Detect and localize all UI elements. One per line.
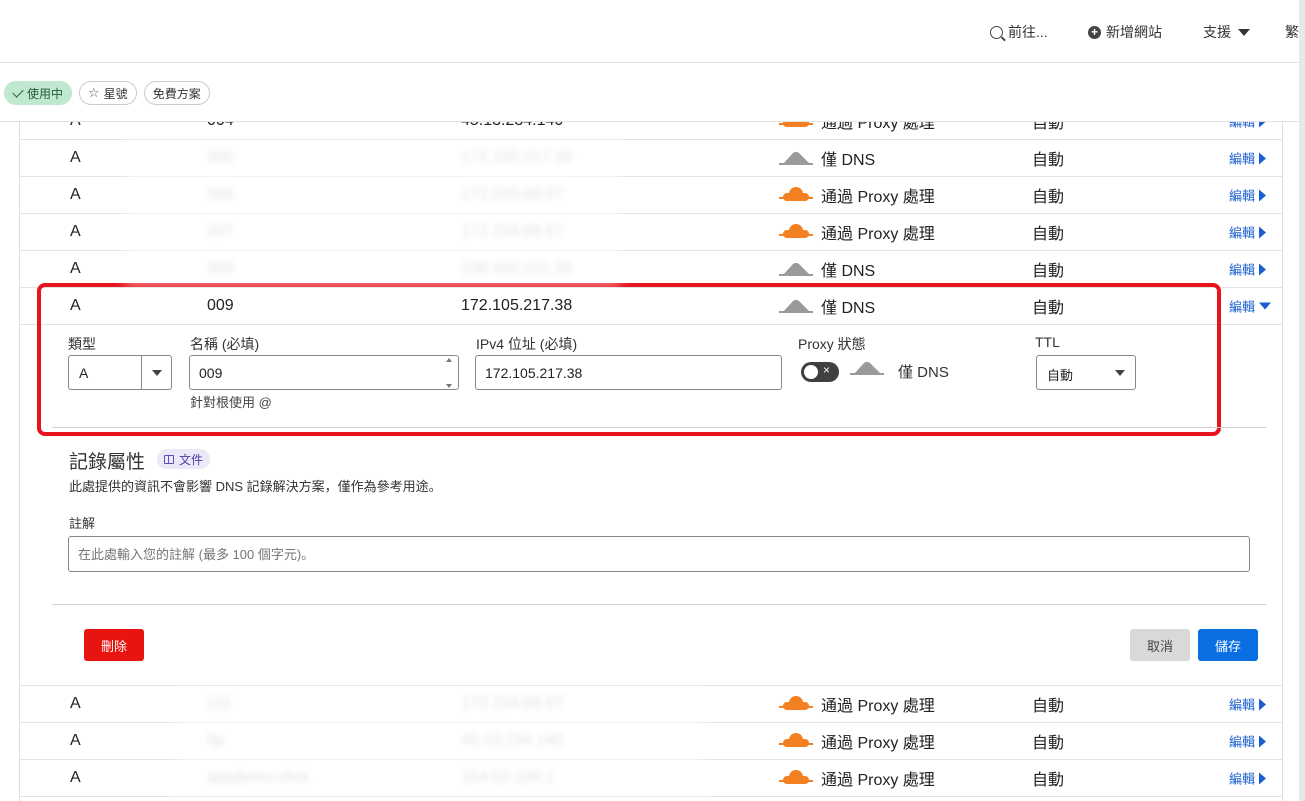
orange-cloud-icon bbox=[779, 732, 813, 750]
redaction-overlay bbox=[125, 140, 620, 285]
record-ttl: 自動 bbox=[1032, 226, 1065, 243]
record-ttl: 自動 bbox=[1032, 189, 1065, 206]
record-ttl: 自動 bbox=[1032, 263, 1065, 280]
orange-cloud-icon bbox=[779, 186, 813, 204]
active-status-badge: 使用中 bbox=[4, 81, 73, 105]
caret-right-icon bbox=[1259, 698, 1267, 710]
caret-right-icon bbox=[1259, 226, 1267, 238]
record-edit-label: 編輯 bbox=[1229, 188, 1256, 204]
attributes-title: 記錄屬性 bbox=[69, 452, 146, 473]
top-header: 前往... + 新增網站 支援 繁體 bbox=[0, 0, 1305, 63]
record-proxy-status: 通過 Proxy 處理 bbox=[779, 729, 935, 753]
record-edit-link[interactable]: 編輯 bbox=[1229, 260, 1267, 279]
comment-input[interactable] bbox=[68, 536, 1250, 572]
record-proxy-label: 僅 DNS bbox=[821, 263, 876, 280]
add-site-label: 新增網站 bbox=[1106, 24, 1162, 40]
caret-right-icon bbox=[1259, 735, 1267, 747]
record-ttl: 自動 bbox=[1032, 698, 1065, 715]
plan-badge[interactable]: 免費方案 bbox=[143, 81, 210, 105]
caret-right-icon bbox=[1259, 189, 1267, 201]
search-icon bbox=[990, 25, 1003, 39]
divider bbox=[52, 427, 1266, 428]
record-type: A bbox=[70, 149, 81, 166]
grey-cloud-icon bbox=[779, 260, 813, 278]
record-edit-link[interactable]: 編輯 bbox=[1229, 732, 1267, 751]
orange-cloud-icon bbox=[779, 695, 813, 713]
divider bbox=[52, 604, 1266, 605]
star-button[interactable]: ☆ 星號 bbox=[79, 81, 137, 105]
docs-label: 文件 bbox=[179, 452, 204, 467]
record-edit-link[interactable]: 編輯 bbox=[1229, 769, 1267, 788]
record-proxy-status: 僅 DNS bbox=[779, 257, 875, 281]
check-icon bbox=[12, 85, 24, 98]
record-type: A bbox=[70, 732, 81, 749]
save-button[interactable]: 儲存 bbox=[1198, 629, 1258, 661]
zone-badges: 使用中 ☆ 星號 免費方案 bbox=[4, 81, 210, 105]
docs-link[interactable]: 文件 bbox=[157, 449, 211, 469]
page-scrollbar[interactable] bbox=[1299, 0, 1305, 801]
star-label: 星號 bbox=[103, 86, 128, 101]
attributes-description: 此處提供的資訊不會影響 DNS 記錄解決方案，僅作為參考用途。 bbox=[69, 479, 442, 494]
record-type: A bbox=[70, 695, 81, 712]
record-proxy-status: 通過 Proxy 處理 bbox=[779, 692, 935, 716]
highlight-outline bbox=[37, 283, 1221, 436]
record-edit-link[interactable]: 編輯 bbox=[1229, 149, 1267, 168]
caret-down-icon bbox=[1238, 28, 1250, 36]
star-icon: ☆ bbox=[88, 85, 100, 100]
add-site-button[interactable]: + 新增網站 bbox=[1088, 22, 1162, 42]
record-ttl: 自動 bbox=[1032, 772, 1065, 789]
record-edit-label: 編輯 bbox=[1229, 734, 1256, 750]
caret-right-icon bbox=[1259, 152, 1267, 164]
record-edit-link[interactable]: 編輯 bbox=[1229, 297, 1272, 316]
caret-right-icon bbox=[1259, 772, 1267, 784]
record-proxy-status: 通過 Proxy 處理 bbox=[779, 220, 935, 244]
record-edit-label: 編輯 bbox=[1229, 151, 1256, 167]
record-edit-label: 編輯 bbox=[1229, 697, 1256, 713]
cancel-button[interactable]: 取消 bbox=[1130, 629, 1190, 661]
record-edit-label: 編輯 bbox=[1229, 299, 1256, 315]
goto-search-button[interactable]: 前往... bbox=[990, 22, 1048, 42]
record-proxy-label: 通過 Proxy 處理 bbox=[821, 226, 935, 243]
record-edit-link[interactable]: 編輯 bbox=[1229, 186, 1267, 205]
orange-cloud-icon bbox=[779, 769, 813, 787]
caret-right-icon bbox=[1259, 263, 1267, 275]
goto-search-label: 前往... bbox=[1008, 24, 1048, 40]
caret-down-icon bbox=[1259, 302, 1272, 310]
record-edit-link[interactable]: 編輯 bbox=[1229, 223, 1267, 242]
record-proxy-status: 通過 Proxy 處理 bbox=[779, 766, 935, 790]
record-type: A bbox=[70, 186, 81, 203]
record-type: A bbox=[70, 223, 81, 240]
record-edit-label: 編輯 bbox=[1229, 262, 1256, 278]
record-proxy-status: 通過 Proxy 處理 bbox=[779, 183, 935, 207]
redaction-overlay bbox=[175, 688, 705, 801]
support-menu[interactable]: 支援 bbox=[1203, 22, 1250, 42]
record-type: A bbox=[70, 769, 81, 786]
delete-button[interactable]: 刪除 bbox=[84, 629, 144, 661]
orange-cloud-icon bbox=[779, 223, 813, 241]
record-ttl: 自動 bbox=[1032, 735, 1065, 752]
record-edit-label: 編輯 bbox=[1229, 225, 1256, 241]
grey-cloud-icon bbox=[779, 149, 813, 167]
record-proxy-label: 通過 Proxy 處理 bbox=[821, 772, 935, 789]
record-proxy-label: 通過 Proxy 處理 bbox=[821, 735, 935, 752]
plus-circle-icon: + bbox=[1088, 25, 1101, 39]
record-type: A bbox=[70, 260, 81, 277]
record-proxy-label: 通過 Proxy 處理 bbox=[821, 698, 935, 715]
record-proxy-status: 僅 DNS bbox=[779, 146, 875, 170]
plan-label: 免費方案 bbox=[152, 86, 201, 101]
record-proxy-label: 僅 DNS bbox=[821, 152, 876, 169]
record-ttl: 自動 bbox=[1032, 152, 1065, 169]
active-status-label: 使用中 bbox=[27, 86, 64, 101]
support-label: 支援 bbox=[1203, 24, 1231, 40]
comment-label: 註解 bbox=[69, 516, 96, 531]
record-edit-label: 編輯 bbox=[1229, 771, 1256, 787]
record-proxy-label: 通過 Proxy 處理 bbox=[821, 189, 935, 206]
book-icon bbox=[164, 454, 174, 464]
record-edit-link[interactable]: 編輯 bbox=[1229, 695, 1267, 714]
